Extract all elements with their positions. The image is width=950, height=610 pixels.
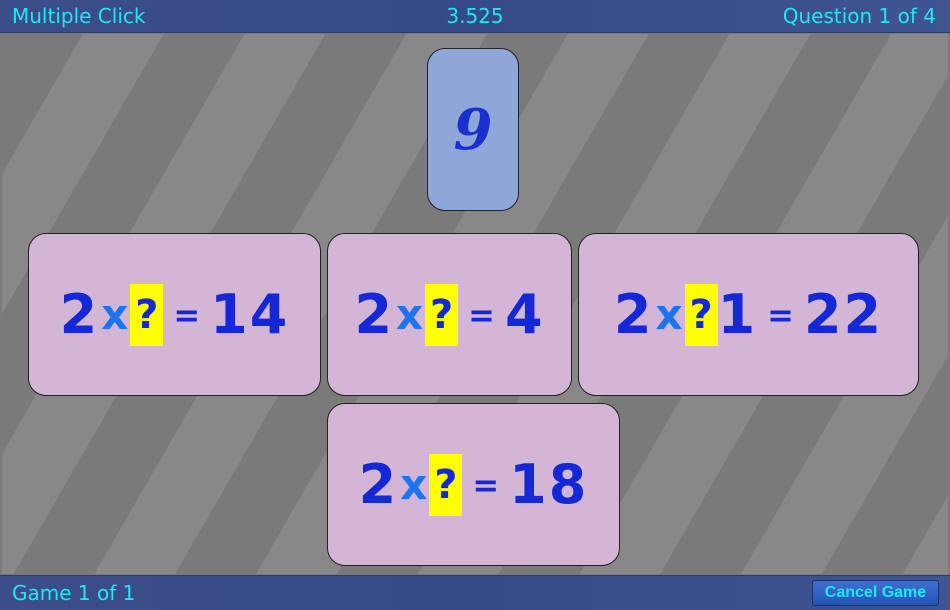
equation-result: 18 <box>509 453 589 516</box>
equals-sign: = <box>173 295 201 334</box>
equation-card-1[interactable]: 2 x ? = 14 <box>28 233 321 396</box>
bottom-bar: Game 1 of 1 Cancel Game <box>0 575 950 610</box>
game-title: Multiple Click <box>12 4 146 28</box>
equation-operator: x <box>400 460 428 509</box>
equation-suffix: 1 <box>717 283 758 346</box>
cancel-game-button[interactable]: Cancel Game <box>812 580 939 606</box>
equals-sign: = <box>472 465 500 504</box>
equation-operator: x <box>396 290 424 339</box>
equation-result: 4 <box>504 283 545 346</box>
target-number: 9 <box>453 96 493 163</box>
equation: 2 x ? = 4 <box>354 283 544 346</box>
equation-operator: x <box>101 290 129 339</box>
equation-card-3[interactable]: 2 x ? 1 = 22 <box>578 233 919 396</box>
equation: 2 x ? 1 = 22 <box>614 283 883 346</box>
equation-left: 2 <box>59 283 100 346</box>
equation: 2 x ? = 14 <box>60 283 290 346</box>
equation-left: 2 <box>354 283 395 346</box>
equals-sign: = <box>468 295 495 334</box>
unknown-box: ? <box>684 283 718 346</box>
target-card: 9 <box>427 48 519 211</box>
unknown-box: ? <box>425 283 459 346</box>
equation-operator: x <box>655 290 683 339</box>
equation-card-4[interactable]: 2 x ? = 18 <box>327 403 620 566</box>
equation-left: 2 <box>358 453 399 516</box>
question-counter: Question 1 of 4 <box>782 4 936 28</box>
unknown-box: ? <box>130 283 164 346</box>
equation-result: 14 <box>210 283 290 346</box>
game-counter: Game 1 of 1 <box>12 581 136 605</box>
unknown-box: ? <box>429 453 463 516</box>
equation-card-2[interactable]: 2 x ? = 4 <box>327 233 572 396</box>
equation: 2 x ? = 18 <box>359 453 589 516</box>
equation-left: 2 <box>613 283 654 346</box>
top-bar: 3.525 Multiple Click Question 1 of 4 <box>0 0 950 33</box>
equals-sign: = <box>767 295 794 334</box>
equation-result: 22 <box>803 283 884 346</box>
